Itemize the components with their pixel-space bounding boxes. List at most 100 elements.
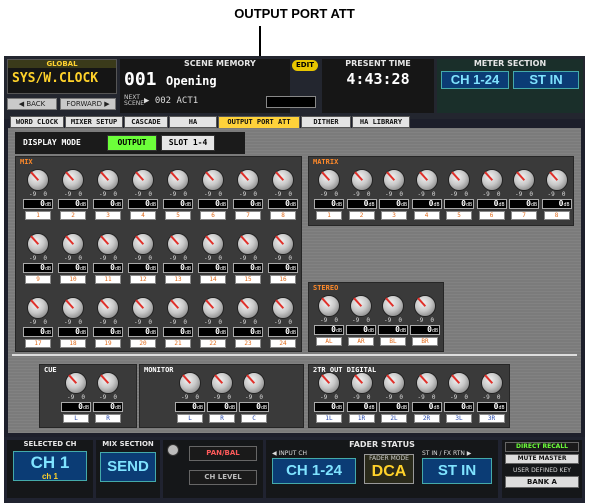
cue-knob-R[interactable]: -9 0 0dB R xyxy=(92,372,124,430)
att-knob-icon[interactable] xyxy=(318,169,340,191)
att-knob-icon[interactable] xyxy=(318,295,340,317)
att-knob-icon[interactable] xyxy=(62,169,84,191)
att-knob-icon[interactable] xyxy=(97,297,119,319)
att-value[interactable]: 0dB xyxy=(346,402,377,412)
att-value[interactable]: 0dB xyxy=(207,402,237,412)
att-knob-icon[interactable] xyxy=(97,372,119,394)
att-value[interactable]: 0dB xyxy=(444,199,474,209)
att-knob-icon[interactable] xyxy=(202,297,224,319)
att-value[interactable]: 0dB xyxy=(233,263,263,273)
mix-knob-24[interactable]: -9 0 0dB 24 xyxy=(267,297,299,355)
att-value[interactable]: 0dB xyxy=(314,199,344,209)
mix-knob-12[interactable]: -9 0 0dB 12 xyxy=(127,233,159,291)
att-value[interactable]: 0dB xyxy=(93,327,123,337)
att-knob-icon[interactable] xyxy=(448,169,470,191)
mix-knob-22[interactable]: -9 0 0dB 22 xyxy=(197,297,229,355)
att-knob-icon[interactable] xyxy=(132,169,154,191)
display-mode-output-button[interactable]: OUTPUT xyxy=(107,135,157,151)
fader-mode-box[interactable]: FADER MODE DCA xyxy=(364,454,414,484)
matrix-knob-3[interactable]: -9 0 0dB 3 xyxy=(378,169,410,227)
cue-knob-L[interactable]: -9 0 0dB L xyxy=(60,372,92,430)
att-value[interactable]: 0dB xyxy=(23,327,53,337)
att-knob-icon[interactable] xyxy=(318,372,340,394)
att-knob-icon[interactable] xyxy=(132,233,154,255)
att-knob-icon[interactable] xyxy=(383,169,405,191)
two-track-knob-3L[interactable]: -9 0 0dB 3L xyxy=(443,372,475,430)
att-knob-icon[interactable] xyxy=(132,297,154,319)
mix-knob-15[interactable]: -9 0 0dB 15 xyxy=(232,233,264,291)
att-knob-icon[interactable] xyxy=(415,372,438,394)
att-value[interactable]: 0dB xyxy=(175,402,205,412)
att-knob-icon[interactable] xyxy=(383,372,405,394)
att-value[interactable]: 0dB xyxy=(128,263,158,273)
att-value[interactable]: 0dB xyxy=(233,327,263,337)
att-value[interactable]: 0dB xyxy=(346,199,377,209)
mix-knob-23[interactable]: -9 0 0dB 23 xyxy=(232,297,264,355)
mix-knob-1[interactable]: -9 0 0dB 1 xyxy=(22,169,54,227)
att-value[interactable]: 0dB xyxy=(58,327,88,337)
input-ch-button[interactable]: CH 1-24 xyxy=(272,458,356,484)
att-knob-icon[interactable] xyxy=(480,372,503,394)
stereo-knob-BR[interactable]: -9 0 0dB BR xyxy=(409,295,441,353)
mix-knob-14[interactable]: -9 0 0dB 14 xyxy=(197,233,229,291)
att-value[interactable]: 0dB xyxy=(128,199,158,209)
two-track-knob-2R[interactable]: -9 0 0dB 2R xyxy=(411,372,443,430)
two-track-knob-1R[interactable]: -9 0 0dB 1R xyxy=(346,372,378,430)
att-knob-icon[interactable] xyxy=(202,233,224,255)
stereo-knob-BL[interactable]: -9 0 0dB BL xyxy=(377,295,409,353)
att-value[interactable]: 0dB xyxy=(163,199,193,209)
mix-knob-3[interactable]: -9 0 0dB 3 xyxy=(92,169,124,227)
global-function-box[interactable]: GLOBAL SYS/W.CLOCK xyxy=(7,59,117,94)
stin-button[interactable]: ST IN xyxy=(422,458,492,484)
att-value[interactable]: 0dB xyxy=(411,199,442,209)
tab-ha[interactable]: HA xyxy=(169,116,217,128)
two-track-knob-2L[interactable]: -9 0 0dB 2L xyxy=(378,372,410,430)
matrix-knob-4[interactable]: -9 0 0dB 4 xyxy=(411,169,443,227)
forward-button[interactable]: FORWARD ▶ xyxy=(60,98,116,110)
mix-knob-18[interactable]: -9 0 0dB 18 xyxy=(57,297,89,355)
att-knob-icon[interactable] xyxy=(382,295,404,317)
matrix-knob-6[interactable]: -9 0 0dB 6 xyxy=(476,169,508,227)
tab-cascade[interactable]: CASCADE xyxy=(124,116,168,128)
att-value[interactable]: 0dB xyxy=(476,402,507,412)
att-knob-icon[interactable] xyxy=(272,233,294,255)
mix-section-box[interactable]: MIX SECTION SEND xyxy=(96,440,160,498)
att-knob-icon[interactable] xyxy=(65,372,87,394)
att-knob-icon[interactable] xyxy=(237,297,259,319)
pan-bal-button[interactable]: PAN/BAL xyxy=(189,446,257,461)
att-knob-icon[interactable] xyxy=(350,169,373,191)
matrix-knob-1[interactable]: -9 0 0dB 1 xyxy=(313,169,345,227)
selected-ch-box[interactable]: SELECTED CH CH 1 ch 1 xyxy=(7,440,93,498)
att-value[interactable]: 0dB xyxy=(198,263,228,273)
att-value[interactable]: 0dB xyxy=(268,327,298,337)
att-value[interactable]: 0dB xyxy=(509,199,539,209)
att-value[interactable]: 0dB xyxy=(239,402,269,412)
att-value[interactable]: 0dB xyxy=(379,402,409,412)
bank-button[interactable]: BANK A xyxy=(505,476,579,488)
mix-knob-7[interactable]: -9 0 0dB 7 xyxy=(232,169,264,227)
matrix-knob-2[interactable]: -9 0 0dB 2 xyxy=(346,169,378,227)
att-value[interactable]: 0dB xyxy=(58,199,88,209)
att-knob-icon[interactable] xyxy=(27,233,49,255)
matrix-knob-5[interactable]: -9 0 0dB 5 xyxy=(443,169,475,227)
att-value[interactable]: 0dB xyxy=(541,199,572,209)
att-value[interactable]: 0dB xyxy=(268,199,298,209)
att-knob-icon[interactable] xyxy=(237,169,259,191)
mix-knob-9[interactable]: -9 0 0dB 9 xyxy=(22,233,54,291)
att-knob-icon[interactable] xyxy=(167,297,189,319)
att-value[interactable]: 0dB xyxy=(23,199,53,209)
att-knob-icon[interactable] xyxy=(448,372,470,394)
mix-knob-17[interactable]: -9 0 0dB 17 xyxy=(22,297,54,355)
att-value[interactable]: 0dB xyxy=(268,263,298,273)
meter-ch-button[interactable]: CH 1-24 xyxy=(441,71,509,89)
att-value[interactable]: 0dB xyxy=(346,325,376,335)
att-knob-icon[interactable] xyxy=(414,295,436,317)
mix-knob-2[interactable]: -9 0 0dB 2 xyxy=(57,169,89,227)
mix-knob-10[interactable]: -9 0 0dB 10 xyxy=(57,233,89,291)
matrix-knob-8[interactable]: -9 0 0dB 8 xyxy=(541,169,573,227)
att-knob-icon[interactable] xyxy=(97,169,119,191)
monitor-knob-L[interactable]: -9 0 0dB L xyxy=(174,372,206,430)
att-value[interactable]: 0dB xyxy=(58,263,88,273)
att-knob-icon[interactable] xyxy=(211,372,233,394)
att-knob-icon[interactable] xyxy=(513,169,535,191)
